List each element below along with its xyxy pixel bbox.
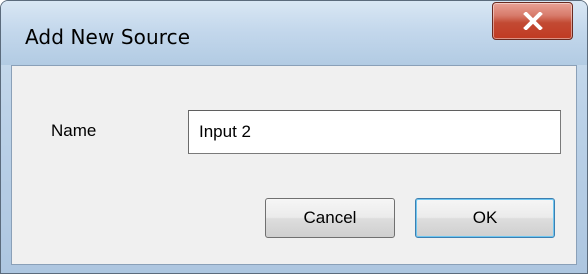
name-label: Name	[51, 121, 97, 140]
cancel-button[interactable]: Cancel	[265, 198, 395, 238]
close-button[interactable]	[492, 2, 573, 40]
ok-button[interactable]: OK	[415, 198, 555, 238]
dialog-title: Add New Source	[25, 25, 191, 49]
add-new-source-dialog: Add New Source Name Cancel OK	[0, 0, 588, 274]
dialog-body: Name Cancel OK	[11, 65, 577, 265]
close-icon	[493, 3, 572, 39]
name-input[interactable]	[188, 110, 561, 154]
dialog-titlebar[interactable]: Add New Source	[1, 1, 587, 65]
